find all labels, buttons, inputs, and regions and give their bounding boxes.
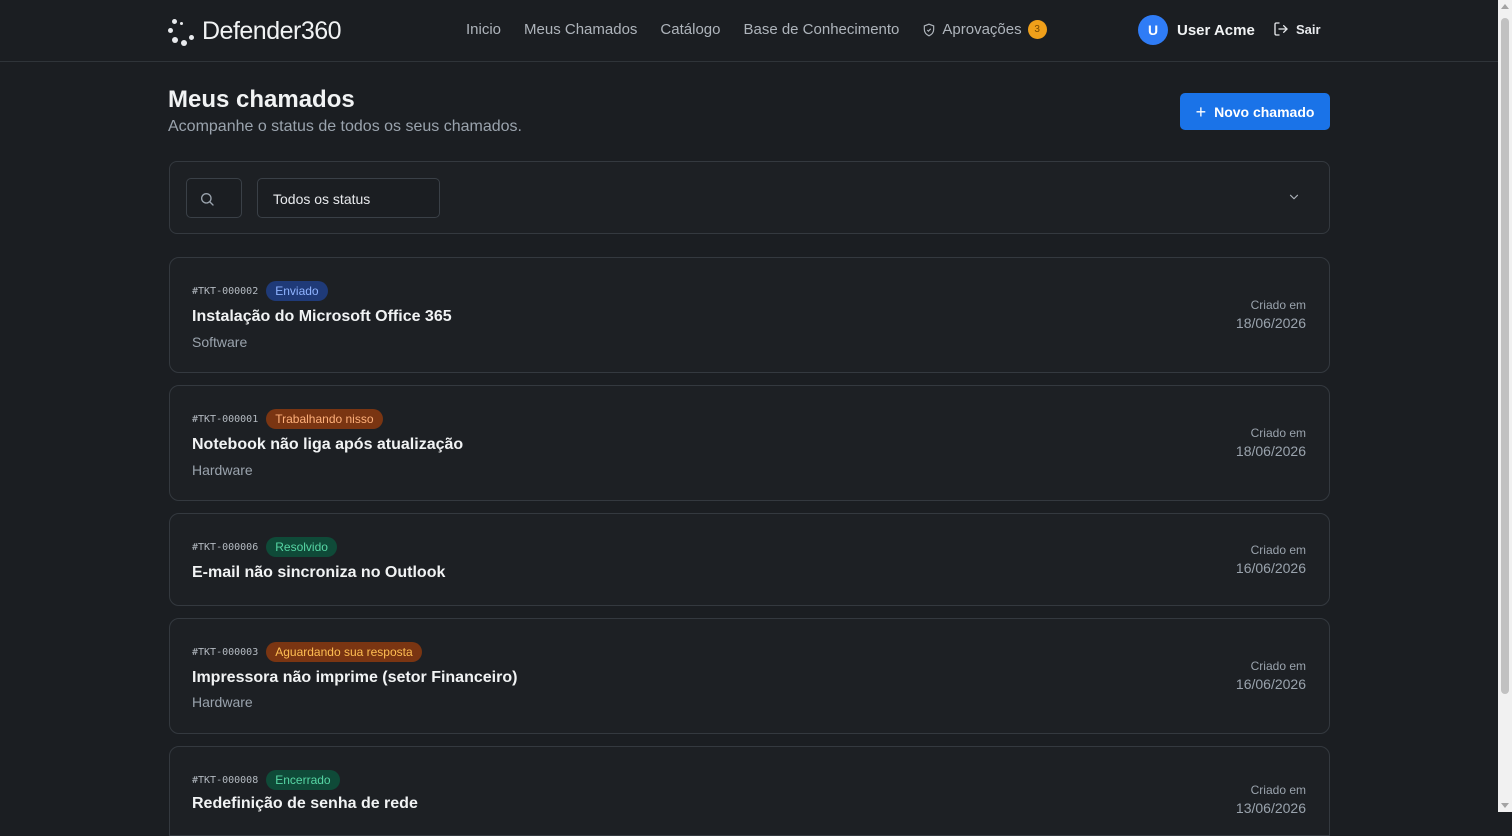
filter-panel: Todos os status (169, 161, 1330, 234)
ticket-category: Hardware (192, 462, 253, 478)
new-ticket-label: Novo chamado (1214, 103, 1315, 120)
logout-label: Sair (1296, 21, 1321, 37)
user-name: User Acme (1177, 21, 1255, 39)
chevron-down-icon[interactable] (1287, 190, 1301, 204)
ticket-meta: #TKT-000003 Aguardando sua resposta (192, 642, 422, 662)
search-icon (201, 193, 214, 206)
ticket-id: #TKT-000008 (192, 774, 259, 786)
ticket-title: Impressora não imprime (setor Financeiro… (192, 669, 518, 686)
plus-icon: + (1195, 101, 1207, 122)
ticket-category: Software (192, 334, 248, 350)
created-date: 16/06/2026 (1235, 560, 1306, 576)
created-date: 16/06/2026 (1235, 676, 1306, 692)
ticket-meta: #TKT-000001 Trabalhando nisso (192, 409, 383, 429)
ticket-card[interactable]: #TKT-000001 Trabalhando nisso Notebook n… (169, 385, 1330, 501)
status-filter-select[interactable]: Todos os status (257, 178, 440, 218)
ticket-category: Hardware (192, 694, 253, 710)
ticket-title: E-mail não sincroniza no Outlook (192, 564, 446, 581)
ticket-id: #TKT-000001 (192, 413, 259, 425)
approvals-count-badge: 3 (1027, 20, 1047, 39)
shield-icon (924, 23, 935, 36)
top-navigation-bar: Defender360 Inicio Meus Chamados Catálog… (0, 0, 1498, 62)
ticket-id: #TKT-000003 (192, 646, 259, 658)
user-menu[interactable]: U User Acme (1138, 15, 1255, 45)
ticket-title: Redefinição de senha de rede (192, 795, 418, 812)
ticket-card[interactable]: #TKT-000002 Enviado Instalação do Micros… (169, 257, 1330, 373)
avatar: U (1138, 15, 1168, 45)
status-badge: Aguardando sua resposta (266, 642, 422, 662)
ticket-card[interactable]: #TKT-000008 Encerrado Redefinição de sen… (169, 746, 1330, 836)
ticket-card[interactable]: #TKT-000003 Aguardando sua resposta Impr… (169, 618, 1330, 734)
scroll-down-arrow-icon[interactable] (1501, 803, 1509, 808)
ticket-created: Criado em 18/06/2026 (1236, 426, 1306, 459)
nav-aprovacoes[interactable]: Aprovações 3 (922, 20, 1047, 39)
ticket-created: Criado em 16/06/2026 (1236, 659, 1306, 692)
main-nav: Inicio Meus Chamados Catálogo Base de Co… (466, 20, 1070, 39)
created-label: Criado em (1250, 543, 1306, 557)
status-badge: Encerrado (266, 770, 340, 790)
created-label: Criado em (1250, 659, 1306, 673)
created-date: 18/06/2026 (1235, 443, 1306, 459)
page-subtitle: Acompanhe o status de todos os seus cham… (168, 118, 522, 135)
ticket-created: Criado em 13/06/2026 (1236, 783, 1306, 816)
status-badge: Resolvido (266, 537, 337, 557)
nav-aprovacoes-label: Aprovações (942, 21, 1022, 38)
created-label: Criado em (1250, 783, 1306, 797)
created-label: Criado em (1250, 298, 1306, 312)
ticket-title: Notebook não liga após atualização (192, 436, 464, 453)
logo-dots-icon (168, 17, 194, 46)
created-date: 18/06/2026 (1235, 315, 1306, 331)
ticket-meta: #TKT-000002 Enviado (192, 281, 328, 301)
new-ticket-button[interactable]: + Novo chamado (1180, 93, 1330, 130)
created-date: 13/06/2026 (1235, 800, 1306, 816)
ticket-created: Criado em 16/06/2026 (1236, 543, 1306, 576)
page-title: Meus chamados (168, 86, 355, 113)
logout-icon (1274, 22, 1288, 36)
page-scrollbar[interactable] (1498, 0, 1512, 812)
ticket-title: Instalação do Microsoft Office 365 (192, 308, 452, 325)
ticket-id: #TKT-000006 (192, 541, 259, 553)
ticket-id: #TKT-000002 (192, 285, 259, 297)
ticket-card[interactable]: #TKT-000006 Resolvido E-mail não sincron… (169, 513, 1330, 606)
logo-text: Defender360 (202, 16, 342, 45)
search-input[interactable] (186, 178, 242, 218)
nav-catalogo[interactable]: Catálogo (660, 21, 720, 38)
nav-base-conhecimento[interactable]: Base de Conhecimento (743, 21, 899, 38)
ticket-meta: #TKT-000008 Encerrado (192, 770, 340, 790)
status-badge: Enviado (266, 281, 328, 301)
status-badge: Trabalhando nisso (266, 409, 383, 429)
ticket-meta: #TKT-000006 Resolvido (192, 537, 337, 557)
created-label: Criado em (1250, 426, 1306, 440)
scroll-up-arrow-icon[interactable] (1501, 4, 1509, 9)
scrollbar-thumb[interactable] (1501, 18, 1509, 694)
nav-meus-chamados[interactable]: Meus Chamados (524, 21, 637, 38)
logout-button[interactable]: Sair (1273, 21, 1321, 37)
nav-inicio[interactable]: Inicio (466, 21, 501, 38)
ticket-created: Criado em 18/06/2026 (1236, 298, 1306, 331)
app-logo[interactable]: Defender360 (168, 15, 342, 47)
